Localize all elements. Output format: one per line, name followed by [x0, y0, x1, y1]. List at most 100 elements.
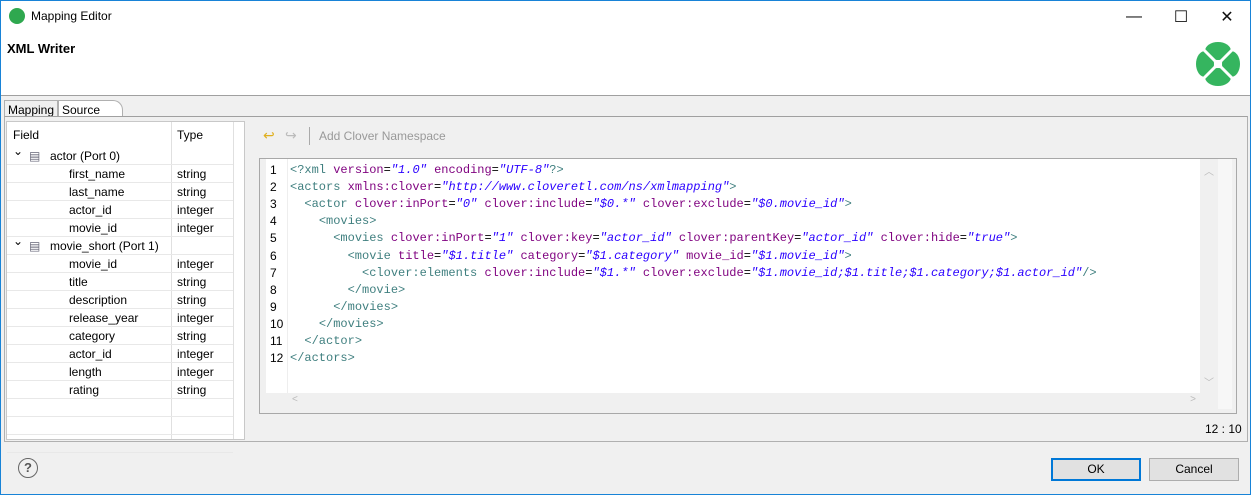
tree-port-row[interactable]: ⌄ ▤ movie_short (Port 1) [7, 234, 233, 255]
xml-tag-end: > [1010, 231, 1018, 246]
field-name: release_year [69, 311, 139, 325]
redo-icon[interactable]: ↪ [285, 127, 297, 144]
vertical-scrollbar[interactable]: ︿ ﹀ [1200, 159, 1218, 393]
xml-attribute-value: "$1.movie_id;$1.title;$1.category;$1.act… [750, 265, 1083, 280]
app-icon [9, 8, 25, 24]
field-name: length [69, 365, 102, 379]
tree-field-row[interactable]: category string [7, 327, 233, 345]
chevron-down-icon[interactable]: ⌄ [13, 234, 23, 248]
xml-attribute-value: "http://www.cloveretl.com/ns/xmlmapping" [441, 180, 730, 195]
xml-tag: <clover:elements [362, 265, 478, 280]
xml-attribute-value: "1" [491, 231, 514, 246]
scroll-up-icon[interactable]: ︿ [1200, 163, 1218, 178]
chevron-down-icon[interactable]: ⌄ [13, 144, 23, 158]
field-type: string [177, 167, 207, 181]
line-number: 5 [270, 231, 277, 246]
tab-mapping[interactable]: Mapping [4, 100, 58, 117]
field-type: string [177, 293, 207, 307]
scroll-left-icon[interactable]: < [292, 394, 298, 405]
xml-attribute-value: "actor_id" [599, 231, 672, 246]
field-name: movie_id [69, 257, 118, 271]
xml-equals: = [743, 197, 751, 212]
tree-field-row[interactable]: rating string [7, 381, 233, 399]
xml-source-editor[interactable]: 1 2 3 4 5 6 7 8 9 10 11 12 <?xml version="1.0" enco… [259, 158, 1237, 414]
line-number: 6 [270, 248, 277, 263]
xml-tag-end: > [729, 180, 737, 195]
tree-field-row[interactable]: last_name string [7, 183, 233, 201]
tree-field-row[interactable]: actor_id integer [7, 345, 233, 363]
scroll-down-icon[interactable]: ﹀ [1200, 374, 1218, 389]
field-type: integer [177, 311, 214, 325]
cancel-button[interactable]: Cancel [1149, 458, 1239, 481]
tab-source[interactable]: Source [58, 100, 123, 117]
window-title: Mapping Editor [31, 9, 112, 23]
xml-attribute-name: clover:inPort [354, 197, 449, 212]
clover-logo-icon [1196, 42, 1240, 86]
xml-attribute-value: "0" [455, 197, 478, 212]
tree-field-row[interactable]: movie_id integer [7, 255, 233, 273]
xml-attribute-name: clover:key [520, 231, 593, 246]
xml-attribute-value: "actor_id" [801, 231, 874, 246]
minimize-button[interactable]: — [1111, 1, 1157, 33]
xml-equals: = [959, 231, 967, 246]
code-line: </movie> [290, 282, 406, 297]
xml-tag-end: > [376, 316, 384, 331]
xml-tag-end: > [369, 214, 377, 229]
tree-field-row[interactable]: release_year integer [7, 309, 233, 327]
column-header-type[interactable]: Type [177, 128, 203, 142]
dialog-header: XML Writer [1, 33, 1250, 96]
vertical-scroll-track[interactable] [1218, 159, 1232, 409]
line-number: 3 [270, 197, 277, 212]
xml-attribute-value: "$0.*" [592, 197, 636, 212]
line-number: 11 [270, 334, 283, 348]
xml-attribute-name: encoding [434, 163, 492, 177]
xml-tag: </movie [347, 282, 399, 297]
line-number: 10 [270, 316, 284, 331]
tree-field-row[interactable]: movie_id integer [7, 219, 233, 237]
column-header-field[interactable]: Field [13, 128, 39, 142]
xml-attribute-value: "$0.movie_id" [750, 197, 845, 212]
field-tree[interactable]: Field Type ⌄ ▤ actor (Port 0) first_name str… [6, 121, 245, 453]
tree-field-row[interactable]: description string [7, 291, 233, 309]
code-line: <movies clover:inPort="1" clover:key="ac… [290, 231, 1017, 245]
line-number: 1 [270, 163, 277, 177]
record-icon: ▤ [29, 149, 41, 163]
close-button[interactable]: ✕ [1204, 1, 1250, 33]
xml-attribute-name: clover:include [484, 197, 586, 212]
field-type: integer [177, 257, 214, 271]
tree-field-row[interactable]: length integer [7, 363, 233, 381]
add-clover-namespace-button[interactable]: Add Clover Namespace [319, 129, 446, 143]
xml-tag: </actors [290, 351, 348, 366]
undo-icon[interactable]: ↩ [263, 127, 275, 144]
horizontal-scrollbar[interactable]: < > [288, 393, 1200, 409]
xml-equals: = [491, 163, 499, 177]
tree-field-row[interactable]: first_name string [7, 165, 233, 183]
maximize-button[interactable]: ☐ [1158, 1, 1204, 33]
field-name: first_name [69, 167, 126, 181]
line-number: 2 [270, 180, 277, 195]
xml-tag-end: > [347, 351, 355, 366]
xml-equals: = [743, 265, 751, 280]
xml-attribute-name: clover:inPort [390, 231, 485, 246]
xml-tag-end: > [844, 197, 852, 212]
field-name: rating [69, 383, 100, 397]
xml-tag: <?xml [290, 163, 327, 177]
xml-attribute-name: clover:exclude [642, 197, 744, 212]
xml-attribute-name: clover:hide [880, 231, 960, 246]
field-type: integer [177, 347, 214, 361]
xml-tag: <actor [304, 197, 348, 212]
tree-port-row[interactable]: ⌄ ▤ actor (Port 0) [7, 144, 233, 165]
ok-button[interactable]: OK [1051, 458, 1141, 481]
scroll-right-icon[interactable]: > [1190, 394, 1196, 405]
tree-field-row[interactable]: actor_id integer [7, 201, 233, 219]
line-number-gutter: 1 2 3 4 5 6 7 8 9 10 11 12 [266, 159, 288, 393]
field-type: integer [177, 221, 214, 235]
port-label: movie_short (Port 1) [50, 239, 159, 253]
code-area[interactable]: <?xml version="1.0" encoding="UTF-8"?> <a… [288, 159, 1200, 393]
line-number: 7 [270, 265, 277, 280]
line-number: 8 [270, 282, 277, 297]
tree-field-row[interactable]: title string [7, 273, 233, 291]
field-name: actor_id [69, 347, 112, 361]
help-icon[interactable]: ? [18, 458, 38, 478]
field-name: last_name [69, 185, 125, 199]
